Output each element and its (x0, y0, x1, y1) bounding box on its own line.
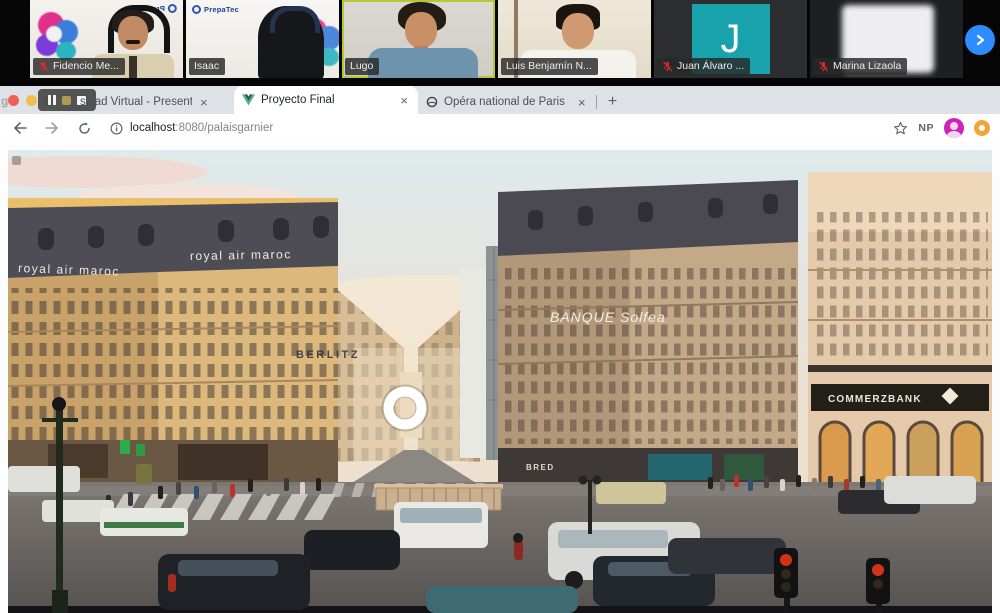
browser-menu-update-icon[interactable] (974, 120, 990, 136)
banque-solfea-sign: BANQUE Solfea (550, 309, 666, 325)
tabs: sidad Virtual - Presentaci × Proyecto Fi… (72, 86, 625, 114)
participant-name: Juan Álvaro ... (677, 59, 744, 73)
prepatec-circle-icon (192, 5, 201, 14)
browser-toolbar: localhost:8080/palaisgarnier NP (0, 114, 1000, 143)
participant-name-badge: Marina Lizaola (813, 58, 907, 75)
close-window-button[interactable] (8, 95, 19, 106)
commerzbank-sign: COMMERZBANK (828, 394, 922, 405)
video-tile-lugo[interactable]: Lugo (342, 0, 495, 78)
zoom-video-strip: PrepaTec Fidencio Me... PrepaTec (0, 0, 1000, 86)
tab-title: sidad Virtual - Presentaci (80, 96, 192, 108)
video-tile-luis[interactable]: Luis Benjamín N... (498, 0, 651, 78)
participant-name-badge: Luis Benjamín N... (501, 58, 598, 75)
participant-face (118, 16, 148, 50)
video-tile-isaac[interactable]: PrepaTec Isaac (186, 0, 339, 78)
new-tab-button[interactable]: + (601, 90, 625, 114)
participant-name-badge: Juan Álvaro ... (657, 58, 750, 75)
pause-recording-icon[interactable] (48, 95, 56, 105)
participant-name: Marina Lizaola (833, 59, 901, 73)
photo-corner-mark (12, 156, 21, 165)
participant-name-badge: Lugo (345, 58, 379, 75)
participant-face (562, 13, 594, 49)
tab-proyecto-final[interactable]: Proyecto Final × (234, 86, 418, 114)
video-tile-fidencio[interactable]: PrepaTec Fidencio Me... (30, 0, 183, 78)
bookmark-star-icon[interactable] (893, 121, 908, 136)
address-bar[interactable]: localhost:8080/palaisgarnier (110, 117, 893, 139)
motorcycle (514, 540, 523, 560)
participant-name-badge: Fidencio Me... (33, 58, 125, 75)
vue-favicon (242, 94, 255, 106)
participant-name: Luis Benjamín N... (506, 59, 592, 73)
participant-name: Fidencio Me... (53, 59, 119, 73)
tab-opera-paris[interactable]: Opéra national de Paris × (418, 90, 596, 114)
video-tile-marina[interactable]: Marina Lizaola (810, 0, 963, 78)
close-tab-icon[interactable]: × (576, 96, 588, 109)
prepatec-circle-icon (168, 4, 177, 13)
tab-title: Opéra national de Paris (444, 96, 570, 108)
toolbar-right: NP (893, 118, 990, 138)
url-text[interactable]: localhost:8080/palaisgarnier (130, 122, 273, 134)
participant-face (405, 12, 437, 48)
chevron-right-icon (974, 34, 986, 46)
profile-avatar[interactable] (944, 118, 964, 138)
participant-name-badge: Isaac (189, 58, 225, 75)
participant-tiles: PrepaTec Fidencio Me... PrepaTec (30, 0, 963, 78)
participant-name: Lugo (350, 59, 373, 73)
gallery-next-page-button[interactable] (965, 25, 995, 55)
video-tile-juan[interactable]: J Juan Álvaro ... (654, 0, 807, 78)
tab-title: Proyecto Final (261, 94, 335, 106)
bred-sign: BRED (526, 463, 555, 472)
reload-button[interactable] (72, 116, 96, 140)
participant-name: Isaac (194, 59, 219, 73)
close-tab-icon[interactable]: × (198, 96, 210, 109)
berlitz-sign: BERLITZ (296, 349, 360, 361)
prepatec-logo: PrepaTec (192, 5, 239, 14)
forward-button[interactable] (40, 116, 64, 140)
close-tab-icon[interactable]: × (398, 94, 410, 107)
muted-mic-icon (662, 61, 673, 72)
pharmacy-flag (136, 444, 145, 456)
browser-tab-bar: g sidad Virtual - Presentaci × Proyecto … (0, 86, 1000, 114)
pharmacy-flag (120, 440, 130, 454)
site-info-icon[interactable] (110, 122, 123, 135)
tab-universidad-virtual[interactable]: sidad Virtual - Presentaci × (72, 90, 234, 114)
minimize-window-button[interactable] (26, 95, 37, 106)
balcony-rail (808, 365, 992, 372)
page-content: royal air maroc royal air maroc BERLITZ (0, 142, 1000, 613)
extension-badge[interactable]: NP (918, 122, 934, 134)
motorcycle (168, 574, 176, 592)
banque-solfea-building: BANQUE Solfea BRED (498, 180, 798, 488)
royal-air-maroc-sign-right: royal air maroc (190, 247, 292, 263)
muted-mic-icon (818, 61, 829, 72)
opera-paris-favicon (426, 96, 438, 108)
avatar-letter: J (721, 19, 741, 59)
back-button[interactable] (8, 116, 32, 140)
recorder-badge (62, 96, 71, 105)
street-panorama-image[interactable]: royal air maroc royal air maroc BERLITZ (8, 150, 992, 613)
headphones-shape (270, 6, 320, 33)
muted-mic-icon (38, 61, 49, 72)
